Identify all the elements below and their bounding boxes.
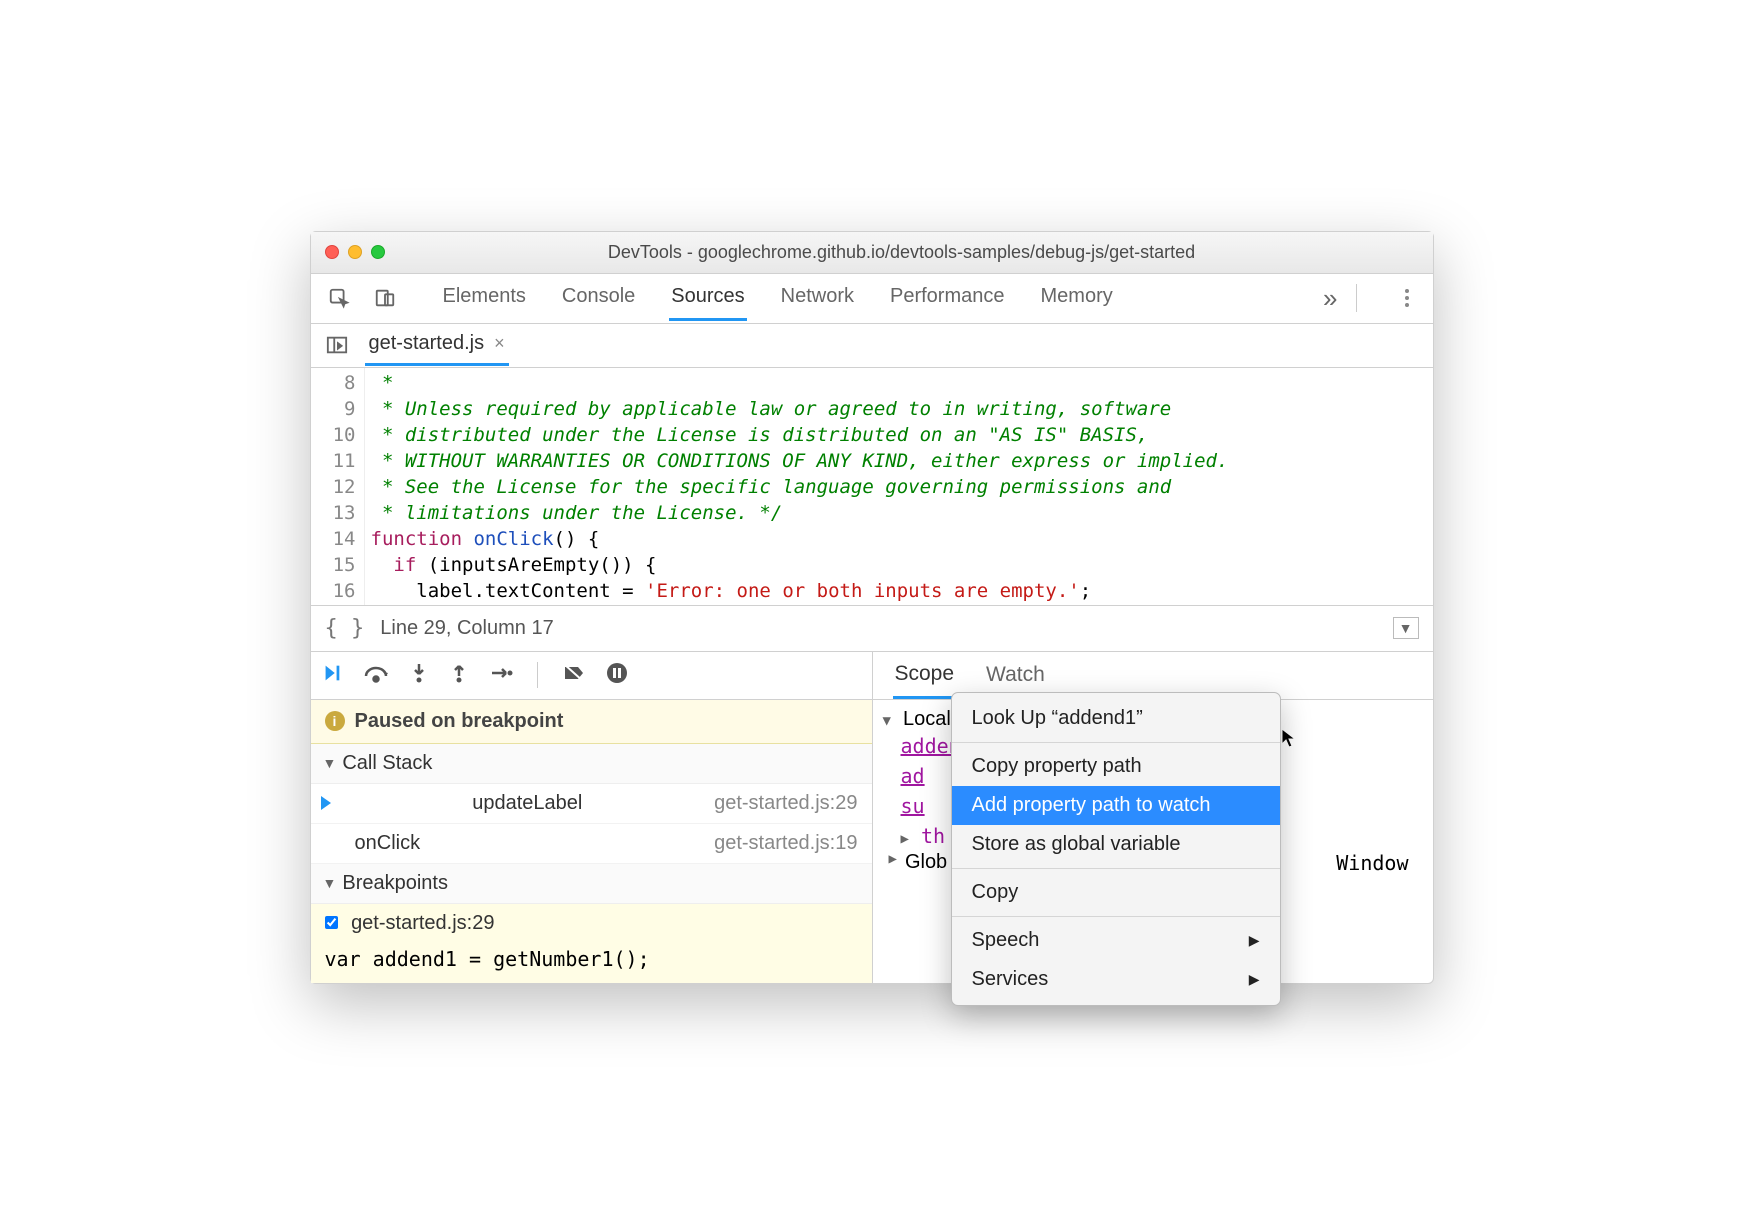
call-stack-row[interactable]: updateLabelget-started.js:29 (311, 784, 872, 824)
context-menu-item[interactable]: Add property path to watch (952, 786, 1280, 825)
call-stack-title: Call Stack (342, 752, 432, 775)
deactivate-breakpoints-icon[interactable] (562, 662, 586, 689)
file-tab-bar: get-started.js × (311, 324, 1433, 368)
pause-on-exceptions-icon[interactable] (606, 662, 628, 689)
code-content: * * Unless required by applicable law or… (365, 368, 1229, 605)
context-menu-item[interactable]: Services▶ (952, 960, 1280, 999)
step-over-icon[interactable] (363, 662, 389, 689)
debugger-toolbar (311, 652, 872, 700)
cursor-position: Line 29, Column 17 (380, 617, 553, 640)
tab-sources[interactable]: Sources (669, 275, 746, 321)
tab-watch[interactable]: Watch (984, 653, 1047, 697)
context-menu: Look Up “addend1” Copy property pathAdd p… (951, 692, 1281, 1006)
scope-global-value: Window (1336, 851, 1422, 875)
pause-message-text: Paused on breakpoint (355, 710, 564, 733)
devtools-toolbar: Elements Console Sources Network Perform… (311, 274, 1433, 324)
call-stack-row[interactable]: onClickget-started.js:19 (311, 824, 872, 864)
inspect-element-icon[interactable] (325, 284, 353, 312)
tab-performance[interactable]: Performance (888, 275, 1007, 321)
titlebar: DevTools - googlechrome.github.io/devtoo… (311, 232, 1433, 274)
chevron-down-icon: ▼ (323, 755, 337, 771)
pause-message: i Paused on breakpoint (311, 700, 872, 744)
breakpoints-title: Breakpoints (342, 872, 448, 895)
context-menu-separator (952, 742, 1280, 743)
device-toolbar-icon[interactable] (371, 284, 399, 312)
context-menu-separator (952, 916, 1280, 917)
debugger-left-panel: i Paused on breakpoint ▼ Call Stack upda… (311, 652, 873, 983)
tab-network[interactable]: Network (779, 275, 856, 321)
step-out-icon[interactable] (449, 662, 469, 689)
tab-elements[interactable]: Elements (441, 275, 528, 321)
file-tab-label: get-started.js (369, 332, 485, 355)
debugger-panels: i Paused on breakpoint ▼ Call Stack upda… (311, 652, 1433, 983)
context-menu-separator (952, 868, 1280, 869)
breakpoint-row[interactable]: get-started.js:29 (311, 904, 872, 943)
editor-statusbar: { } Line 29, Column 17 ▼ (311, 606, 1433, 652)
context-menu-item[interactable]: Copy (952, 873, 1280, 912)
context-menu-item[interactable]: Look Up “addend1” (952, 699, 1280, 738)
chevron-down-icon: ▼ (323, 875, 337, 891)
file-tab[interactable]: get-started.js × (365, 324, 509, 366)
context-menu-item[interactable]: Copy property path (952, 747, 1280, 786)
close-file-icon[interactable]: × (494, 333, 505, 354)
minimize-window-icon[interactable] (348, 245, 362, 259)
tab-memory[interactable]: Memory (1039, 275, 1115, 321)
breakpoints-header[interactable]: ▼ Breakpoints (311, 864, 872, 904)
tab-scope[interactable]: Scope (893, 652, 957, 699)
breakpoint-checkbox[interactable] (325, 916, 338, 929)
context-menu-item[interactable]: Speech▶ (952, 921, 1280, 960)
close-window-icon[interactable] (325, 245, 339, 259)
traffic-lights (325, 245, 385, 259)
breakpoint-label: get-started.js:29 (351, 912, 494, 934)
devtools-window: DevTools - googlechrome.github.io/devtoo… (310, 231, 1434, 984)
pretty-print-icon[interactable]: { } (325, 616, 365, 641)
line-gutter: 8910111213141516 (311, 368, 365, 605)
overflow-tabs-icon[interactable]: » (1323, 283, 1337, 314)
resume-icon[interactable] (321, 662, 343, 689)
navigator-toggle-icon[interactable] (323, 331, 351, 359)
info-icon: i (325, 711, 345, 731)
window-title: DevTools - googlechrome.github.io/devtoo… (385, 242, 1419, 263)
more-options-icon[interactable] (1395, 289, 1419, 307)
step-into-icon[interactable] (409, 662, 429, 689)
call-stack-list: updateLabelget-started.js:29onClickget-s… (311, 784, 872, 864)
mouse-cursor-icon (1281, 728, 1297, 748)
step-icon[interactable] (489, 662, 513, 689)
context-menu-item[interactable]: Store as global variable (952, 825, 1280, 864)
panel-tabs: Elements Console Sources Network Perform… (441, 275, 1306, 321)
debugger-right-panel: Scope Watch ▼ Local addend1: undefinedad… (873, 652, 1433, 983)
code-editor[interactable]: 8910111213141516 * * Unless required by … (311, 368, 1433, 606)
call-stack-header[interactable]: ▼ Call Stack (311, 744, 872, 784)
tab-console[interactable]: Console (560, 275, 637, 321)
zoom-window-icon[interactable] (371, 245, 385, 259)
breakpoint-code: var addend1 = getNumber1(); (311, 943, 872, 983)
statusbar-dropdown-icon[interactable]: ▼ (1393, 617, 1419, 639)
